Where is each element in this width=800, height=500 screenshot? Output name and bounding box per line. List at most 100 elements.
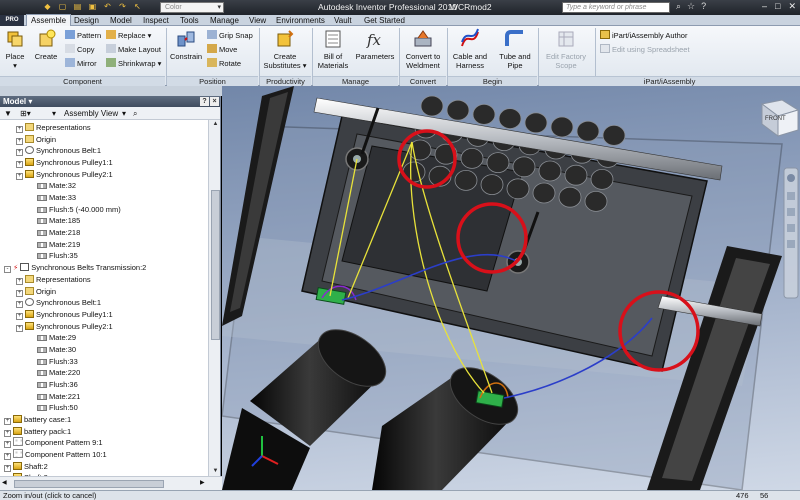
close-icon[interactable]: × xyxy=(210,97,219,106)
constrain-button[interactable]: Constrain xyxy=(168,28,204,61)
replace-button[interactable]: Replace ▾ xyxy=(106,30,151,41)
tree-scrollbar[interactable]: ▲ ▼ xyxy=(208,120,220,476)
productivity-panel-label[interactable]: Productivity xyxy=(260,76,311,86)
color-combo[interactable]: Color xyxy=(160,2,224,13)
expand-icon[interactable]: + xyxy=(16,126,23,133)
move-button[interactable]: Move xyxy=(207,44,237,55)
position-panel-label[interactable]: Position xyxy=(167,76,258,86)
app-menu-icon[interactable]: ◆ xyxy=(42,2,53,12)
tree-node[interactable]: + Synchronous Pulley2:1 xyxy=(0,169,113,180)
help-icon[interactable]: ? xyxy=(200,97,209,106)
pan-icon[interactable] xyxy=(787,192,795,200)
tab-model[interactable]: Model xyxy=(110,15,132,26)
expand-icon[interactable]: + xyxy=(4,453,11,461)
tree-node[interactable]: + battery pack:1 xyxy=(0,426,71,437)
ipart-panel-label[interactable]: iPart/iAssembly xyxy=(539,76,800,86)
convert-to-weldment-button[interactable]: Convert to Weldment xyxy=(401,28,445,70)
expand-icon[interactable]: + xyxy=(16,312,23,320)
tree-node[interactable]: Flush:33 xyxy=(0,356,78,367)
expand-icon[interactable]: + xyxy=(16,149,23,157)
close-icon[interactable]: ✕ xyxy=(788,1,796,12)
view-mode-select[interactable]: Assembly View xyxy=(64,109,118,118)
scroll-right-icon[interactable]: ▶ xyxy=(200,479,205,486)
tree-node[interactable]: + battery case:1 xyxy=(0,414,71,425)
tree-node[interactable]: Mate:218 xyxy=(0,227,80,238)
scroll-down-icon[interactable]: ▼ xyxy=(210,467,220,476)
tree-node[interactable]: + Component Pattern 10:1 xyxy=(0,449,107,461)
help-icon[interactable]: ? xyxy=(701,1,706,12)
scroll-up-icon[interactable]: ▲ xyxy=(210,120,220,129)
parameters-button[interactable]: fx Parameters xyxy=(354,28,396,61)
expand-icon[interactable]: + xyxy=(4,441,11,449)
tree-node[interactable]: Mate:221 xyxy=(0,391,80,402)
tab-view[interactable]: View xyxy=(249,15,266,26)
place-button[interactable]: Place ▾ xyxy=(2,28,28,70)
browser-title[interactable]: Model ▾ xyxy=(3,97,32,106)
tree-node[interactable]: Flush:36 xyxy=(0,379,78,390)
mirror-button[interactable]: Mirror xyxy=(65,58,97,69)
zoom-icon[interactable] xyxy=(787,208,795,216)
expand-icon[interactable]: + xyxy=(16,289,23,297)
tree-node[interactable]: Flush:35 xyxy=(0,250,78,261)
edit-factory-scope-button[interactable]: Edit Factory Scope xyxy=(541,28,591,70)
undo-icon[interactable]: ↶ xyxy=(102,2,113,12)
tab-inspect[interactable]: Inspect xyxy=(143,15,169,26)
convert-panel-label[interactable]: Convert xyxy=(400,76,446,86)
pattern-button[interactable]: Pattern xyxy=(65,30,101,41)
tree-node[interactable]: Mate:220 xyxy=(0,367,80,378)
view-mode-dropdown-icon[interactable]: ▾ xyxy=(122,109,126,118)
expand-icon[interactable]: + xyxy=(4,429,11,437)
tab-manage[interactable]: Manage xyxy=(210,15,239,26)
steering-wheel-icon[interactable] xyxy=(787,174,795,182)
tree-node[interactable]: Flush:50 xyxy=(0,402,78,413)
expand-icon[interactable]: + xyxy=(16,277,23,285)
save-icon[interactable]: ▣ xyxy=(87,2,98,12)
binoculars-icon[interactable]: ⌕ xyxy=(676,1,681,12)
tree-node[interactable]: + Representations xyxy=(0,274,91,285)
open-icon[interactable]: ▤ xyxy=(72,2,83,12)
new-icon[interactable]: ▢ xyxy=(57,2,68,12)
rotate-button[interactable]: Rotate xyxy=(207,58,241,69)
tree-node[interactable]: Mate:219 xyxy=(0,239,80,250)
hscroll-thumb[interactable] xyxy=(14,480,164,488)
tree-node[interactable]: Flush:5 (-40.000 mm) xyxy=(0,204,121,215)
tree-node[interactable]: - ⚡ Synchronous Belts Transmission:2 xyxy=(0,262,146,274)
tab-assemble[interactable]: Assemble xyxy=(26,14,72,26)
tree-node[interactable]: + Representations xyxy=(0,122,91,133)
tree-node[interactable]: Mate:29 xyxy=(0,332,76,343)
tree-node[interactable]: + Synchronous Pulley1:1 xyxy=(0,309,113,320)
grip-snap-button[interactable]: Grip Snap xyxy=(207,30,253,41)
component-panel-label[interactable]: Component xyxy=(0,76,165,86)
view-dropdown-icon[interactable]: ▾ xyxy=(52,109,56,118)
tree-node[interactable]: + Origin xyxy=(0,134,56,145)
expand-icon[interactable]: + xyxy=(16,137,23,145)
assembly-model[interactable]: FRONT xyxy=(222,86,800,490)
tab-get-started[interactable]: Get Started xyxy=(364,15,405,26)
tab-environments[interactable]: Environments xyxy=(276,15,325,26)
expand-icon[interactable]: + xyxy=(4,464,11,472)
tree-node[interactable]: Mate:33 xyxy=(0,192,76,203)
tree-node[interactable]: Mate:185 xyxy=(0,215,80,226)
look-at-icon[interactable] xyxy=(787,240,795,248)
filter-icon[interactable]: ▼ xyxy=(4,109,12,118)
maximize-icon[interactable]: □ xyxy=(775,1,780,12)
scroll-thumb[interactable] xyxy=(211,190,220,340)
search-input[interactable]: Type a keyword or phrase xyxy=(562,2,670,13)
bill-of-materials-button[interactable]: Bill of Materials xyxy=(314,28,352,70)
make-layout-button[interactable]: Make Layout xyxy=(106,44,161,55)
expand-icon[interactable]: + xyxy=(16,324,23,332)
viewcube[interactable]: FRONT xyxy=(760,99,800,137)
tab-vault[interactable]: Vault xyxy=(334,15,352,26)
minimize-icon[interactable]: – xyxy=(762,1,767,12)
shrinkwrap-button[interactable]: Shrinkwrap ▾ xyxy=(106,58,161,69)
select-icon[interactable]: ↖ xyxy=(132,2,143,12)
create-substitutes-button[interactable]: Create Substitutes ▾ xyxy=(262,28,308,70)
graphics-viewport[interactable]: FRONT xyxy=(222,86,800,490)
tree-node[interactable]: Mate:30 xyxy=(0,344,76,355)
tree-node[interactable]: + Shaft:2 xyxy=(0,461,48,472)
expand-icon[interactable]: + xyxy=(4,418,11,425)
cable-and-harness-button[interactable]: Cable and Harness xyxy=(450,28,490,70)
subscription-icon[interactable]: ☆ xyxy=(687,1,695,12)
tree-node[interactable]: + Synchronous Pulley1:1 xyxy=(0,157,113,169)
create-button[interactable]: Create xyxy=(31,28,61,61)
